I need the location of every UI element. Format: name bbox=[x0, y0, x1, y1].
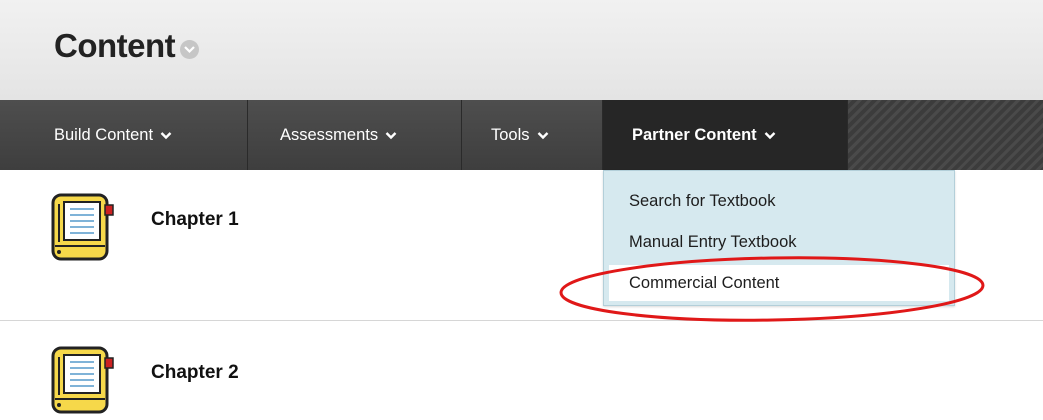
toolbar-pattern bbox=[848, 100, 1043, 170]
title-menu-chevron-icon[interactable] bbox=[180, 39, 200, 59]
partner-content-label: Partner Content bbox=[632, 125, 757, 144]
chevron-down-icon bbox=[537, 126, 549, 145]
item-divider bbox=[0, 320, 1043, 321]
chevron-down-icon bbox=[764, 126, 776, 145]
menu-item-commercial-content[interactable]: Commercial Content bbox=[609, 265, 949, 301]
notebook-icon bbox=[50, 192, 114, 261]
chevron-down-icon bbox=[385, 126, 397, 145]
notebook-icon bbox=[50, 345, 114, 414]
tools-button[interactable]: Tools bbox=[462, 100, 603, 170]
tools-label: Tools bbox=[491, 125, 530, 144]
assessments-label: Assessments bbox=[280, 125, 379, 144]
assessments-button[interactable]: Assessments bbox=[248, 100, 462, 170]
page-title: Content bbox=[54, 27, 200, 65]
chevron-down-icon bbox=[160, 126, 172, 145]
build-content-label: Build Content bbox=[54, 125, 154, 144]
partner-content-button[interactable]: Partner Content bbox=[603, 100, 848, 170]
partner-content-menu: Search for Textbook Manual Entry Textboo… bbox=[603, 170, 955, 306]
content-item-title[interactable]: Chapter 2 bbox=[151, 362, 239, 384]
build-content-button[interactable]: Build Content bbox=[0, 100, 248, 170]
page-title-text: Content bbox=[54, 27, 176, 64]
menu-item-search-for-textbook[interactable]: Search for Textbook bbox=[604, 183, 954, 219]
content-item-title[interactable]: Chapter 1 bbox=[151, 209, 239, 231]
menu-item-manual-entry-textbook[interactable]: Manual Entry Textbook bbox=[604, 224, 954, 260]
action-bar: Build Content Assessments Tools Partner … bbox=[0, 100, 1043, 170]
page-header: Content bbox=[0, 0, 1043, 100]
